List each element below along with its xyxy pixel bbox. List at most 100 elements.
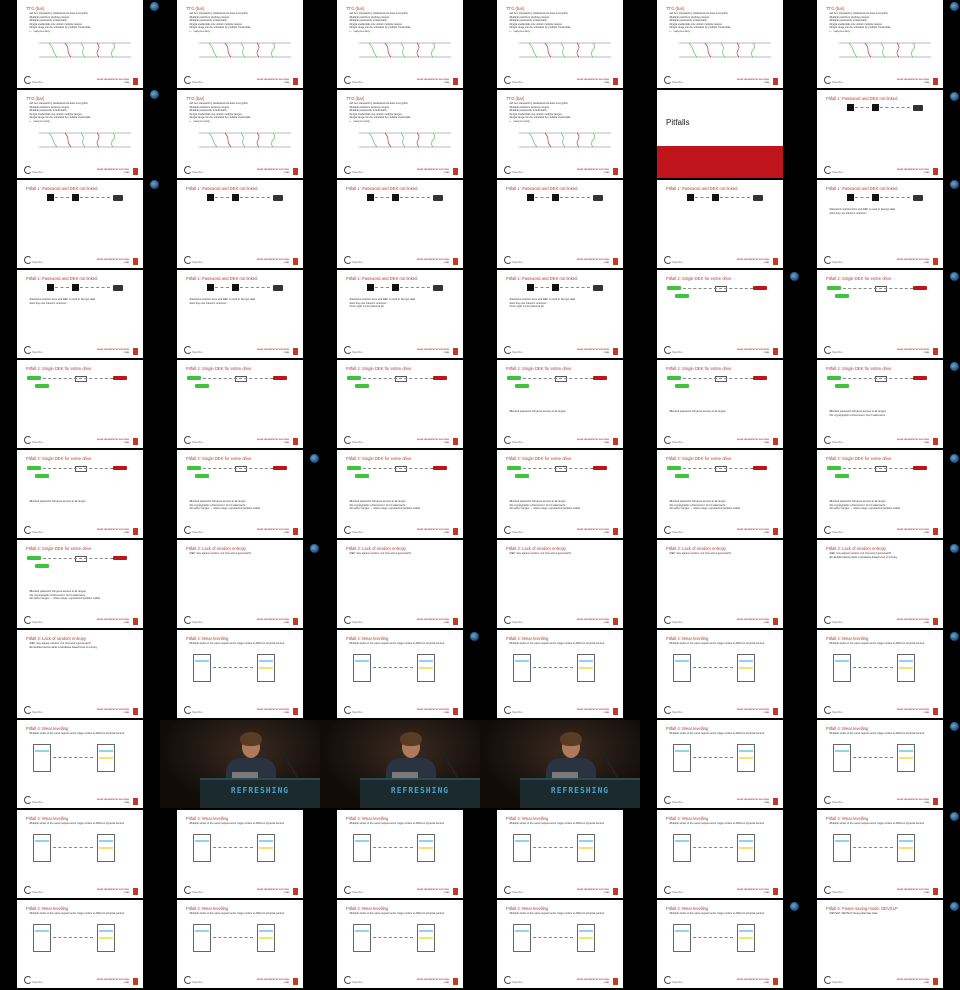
- slide-thumbnail[interactable]: Pitfall 3: Lack of random entropyDEK may…: [657, 540, 783, 628]
- slide-thumbnail[interactable]: Pitfall 4: Wear levellingMultiple writes…: [337, 630, 463, 718]
- slide-thumbnail[interactable]: Pitfall 2: Single DEK for entire drive Op…: [337, 360, 463, 448]
- slide-thumbnail[interactable]: TTG (bar)Ad hoc standard by hardware/roo…: [657, 0, 783, 88]
- slide-thumbnail[interactable]: Pitfall 4: Wear levellingMultiple writes…: [337, 810, 463, 898]
- slide-thumbnail[interactable]: Pitfall 3: Lack of random entropyDEK may…: [497, 540, 623, 628]
- slide-thumbnail[interactable]: Pitfall 4: Wear levellingMultiple writes…: [657, 900, 783, 988]
- slide-thumbnail[interactable]: Pitfall 3: Lack of random entropyDEK may…: [177, 540, 303, 628]
- slide-thumbnail[interactable]: TTG (bar)Ad hoc standard by hardware/roo…: [337, 0, 463, 88]
- slide-thumbnail[interactable]: Pitfall 4: Wear levellingMultiple writes…: [17, 900, 143, 988]
- slide-thumbnail[interactable]: Pitfall 2: Single DEK for entire drive Op…: [817, 270, 943, 358]
- dek-node: [715, 466, 727, 472]
- slide-thumbnail[interactable]: Pitfall 2: Single DEK for entire drive Bl…: [497, 360, 623, 448]
- remap-arrow: [373, 667, 413, 668]
- slide-thumbnail[interactable]: Pitfall 1: Password and DEK not linked Pa…: [17, 270, 143, 358]
- slide-thumbnail[interactable]: Pitfall 2: Single DEK for entire drive Bl…: [817, 450, 943, 538]
- slide-thumbnail[interactable]: Pitfall 4: Wear levellingMultiple writes…: [17, 810, 143, 898]
- slide-thumbnail[interactable]: Pitfall 2: Single DEK for entire drive Op…: [17, 360, 143, 448]
- slide-thumbnail[interactable]: TTG (bar)Ad hoc standard by hardware/roo…: [177, 0, 303, 88]
- slide-thumbnail[interactable]: Pitfall 5: Power saving mode: DEVSLPDEVS…: [817, 900, 943, 988]
- slide-bullet: All sector ranges → share range, unprote…: [189, 507, 295, 510]
- slide-title: TTG (bar): [506, 6, 525, 11]
- slide-thumbnail[interactable]: Pitfall 2: Single DEK for entire drive Bl…: [817, 360, 943, 448]
- slide-thumbnail[interactable]: Pitfall 1: Password and DEK not linked Op…: [17, 180, 143, 268]
- credential-mapping-curve: [560, 42, 566, 58]
- slide-bullet: DEK may appear random, but how was it ge…: [189, 552, 295, 555]
- logical-sector-block: [33, 834, 51, 862]
- slide-thumbnail[interactable]: Pitfall 3: Lack of random entropyDEK may…: [337, 540, 463, 628]
- rub-logo-icon: [504, 346, 512, 354]
- slide-thumbnail[interactable]: Pitfall 2: Single DEK for entire drive Op…: [177, 360, 303, 448]
- slide-thumbnail[interactable]: Pitfall 1: Password and DEK not linked Op…: [497, 180, 623, 268]
- footer-university-label: RUHR-UNIVERSITÄT BOCHUM RUB: [736, 79, 769, 84]
- slide-thumbnail[interactable]: Pitfall 1: Password and DEK not linked Pa…: [177, 270, 303, 358]
- slide-bullet: Multiple writes to the same logical sect…: [669, 822, 775, 825]
- slide-thumbnail[interactable]: Pitfall 4: Wear levellingMultiple writes…: [177, 630, 303, 718]
- rub-logo-icon: [824, 526, 832, 534]
- slide-title: TTG (bar): [346, 96, 365, 101]
- slide-thumbnail[interactable]: Pitfall 4: Wear levellingMultiple writes…: [817, 810, 943, 898]
- rub-logo-icon: [664, 436, 672, 444]
- rub-logo-icon: [504, 256, 512, 264]
- dek-box: [113, 285, 123, 291]
- slide-thumbnail[interactable]: Pitfall 2: Single DEK for entire drive Bl…: [17, 450, 143, 538]
- podium-banner: REFRESHING: [230, 786, 290, 795]
- rub-logo-icon: [664, 526, 672, 534]
- credential-mapping-curve: [591, 132, 595, 148]
- slide-bullet: Single range can be unlocked by multiple…: [29, 116, 135, 119]
- slide-bullet: Blocked password still gives access to a…: [509, 410, 615, 413]
- slide-thumbnail[interactable]: Pitfall 2: Single DEK for entire drive Bl…: [657, 360, 783, 448]
- slide-bullet: Multiple writes to the same logical sect…: [509, 642, 615, 645]
- slide-thumbnail[interactable]: Pitfall 4: Wear levellingMultiple writes…: [177, 900, 303, 988]
- slide-thumbnail[interactable]: Pitfall 2: Single DEK for entire drive Bl…: [657, 450, 783, 538]
- slide-title: Pitfall 4: Wear levelling: [506, 636, 549, 641]
- slide-thumbnail[interactable]: Pitfall 3: Lack of random entropyDEK may…: [817, 540, 943, 628]
- slide-thumbnail[interactable]: Pitfall 2: Single DEK for entire drive Bl…: [17, 540, 143, 628]
- slide-thumbnail[interactable]: TTG (bar)Ad hoc standard by hardware/roo…: [497, 90, 623, 178]
- slide-thumbnail[interactable]: Pitfall 4: Wear levellingMultiple writes…: [177, 810, 303, 898]
- drive-icon: [232, 284, 239, 291]
- slide-thumbnail[interactable]: Pitfall 2: Single DEK for entire drive Bl…: [337, 450, 463, 538]
- slide-thumbnail[interactable]: Pitfall 2: Single DEK for entire drive Op…: [657, 270, 783, 358]
- remap-arrow: [693, 847, 733, 848]
- slide-thumbnail[interactable]: Pitfall 4: Wear levellingMultiple writes…: [497, 630, 623, 718]
- rub-logo-icon: [344, 706, 352, 714]
- slide-thumbnail[interactable]: Pitfall 1: Password and DEK not linked Pa…: [817, 180, 943, 268]
- slide-thumbnail[interactable]: Pitfalls: [657, 90, 783, 178]
- logical-sector-block: [673, 834, 691, 862]
- slide-bullet: Multiple partitions (locking ranges): [349, 106, 455, 109]
- slide-thumbnail[interactable]: Pitfall 2: Single DEK for entire drive Bl…: [177, 450, 303, 538]
- slide-thumbnail[interactable]: TTG (bar)Ad hoc standard by hardware/roo…: [337, 90, 463, 178]
- slide-thumbnail[interactable]: TTG (bar)Ad hoc standard by hardware/roo…: [177, 90, 303, 178]
- slide-thumbnail[interactable]: Pitfall 4: Wear levellingMultiple writes…: [337, 900, 463, 988]
- footer-org-label: Open Rev: [192, 981, 203, 984]
- slide-thumbnail[interactable]: Pitfall 4: Wear levellingMultiple writes…: [657, 720, 783, 808]
- slide-thumbnail[interactable]: TTG (bar)Ad hoc standard by hardware/roo…: [17, 0, 143, 88]
- slide-thumbnail[interactable]: Pitfall 4: Wear levellingMultiple writes…: [497, 900, 623, 988]
- slide-thumbnail[interactable]: TTG (bar)Ad hoc standard by hardware/roo…: [817, 0, 943, 88]
- slide-thumbnail[interactable]: Pitfall 1: Password and DEK not linked Pa…: [497, 270, 623, 358]
- slide-thumbnail[interactable]: Pitfall 1: Password and DEK not linked Op…: [337, 180, 463, 268]
- footer-org-label: Open Rev: [512, 891, 523, 894]
- slide-thumbnail[interactable]: TTG (bar)Ad hoc standard by hardware/roo…: [17, 90, 143, 178]
- slide-thumbnail[interactable]: Pitfall 4: Wear levellingMultiple writes…: [817, 630, 943, 718]
- slide-bullet: Multiple partitions (locking ranges): [29, 106, 135, 109]
- slide-thumbnail[interactable]: Pitfall 4: Wear levellingMultiple writes…: [657, 630, 783, 718]
- slide-thumbnail[interactable]: Pitfall 1: Password and DEK not linked Pa…: [337, 270, 463, 358]
- slide-thumbnail[interactable]: TTG (bar)Ad hoc standard by hardware/roo…: [497, 0, 623, 88]
- slide-thumbnail[interactable]: Pitfall 4: Wear levellingMultiple writes…: [497, 810, 623, 898]
- footer-org-label: Open Rev: [672, 441, 683, 444]
- slide-thumbnail[interactable]: Pitfall 4: Wear levellingMultiple writes…: [657, 810, 783, 898]
- slide-thumbnail[interactable]: Pitfall 4: Wear levellingMultiple writes…: [17, 720, 143, 808]
- credential-mapping-curve: [240, 132, 246, 148]
- slide-thumbnail[interactable]: Pitfall 1: Password and DEK not linked Op…: [177, 180, 303, 268]
- slide-thumbnail[interactable]: Pitfall 1: Password and DEK not linked Op…: [817, 90, 943, 178]
- credential-mapping-curve: [528, 132, 538, 148]
- slide-thumbnail[interactable]: Pitfall 4: Wear levellingMultiple writes…: [817, 720, 943, 808]
- slide-thumbnail[interactable]: Pitfall 2: Single DEK for entire drive Bl…: [497, 450, 623, 538]
- password-key-icon: [847, 194, 854, 201]
- slide-bullet: Single credentials can unlock multiple r…: [509, 113, 615, 116]
- university-crest-icon: [453, 708, 458, 715]
- slide-thumbnail[interactable]: Pitfall 1: Password and DEK not linked Op…: [657, 180, 783, 268]
- slide-thumbnail[interactable]: Pitfall 3: Lack of random entropyDEK may…: [17, 630, 143, 718]
- physical-sector-block: [97, 924, 115, 952]
